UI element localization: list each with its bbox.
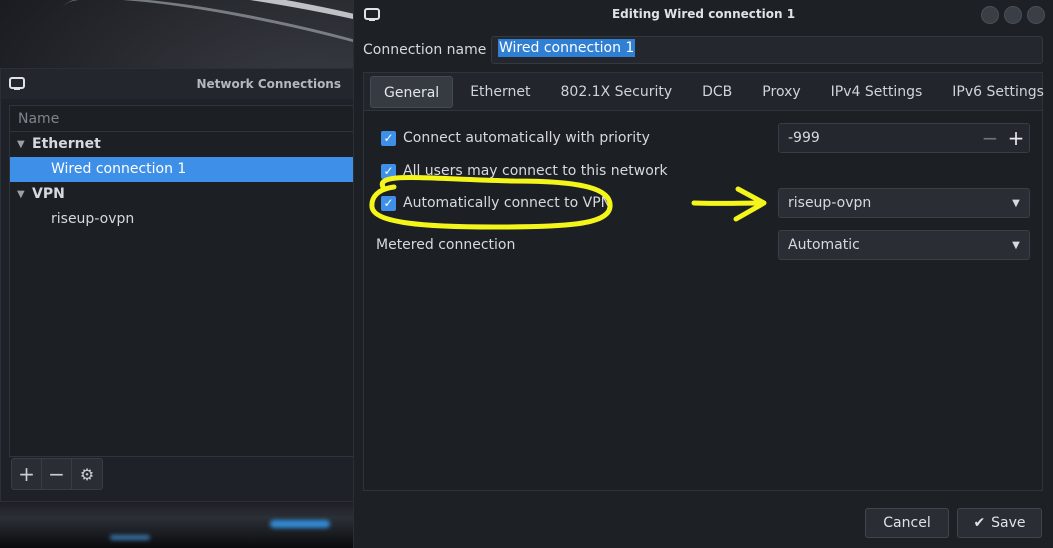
dropdown-arrow-icon: ▼ <box>1012 239 1020 251</box>
list-item-label: riseup-ovpn <box>51 211 135 227</box>
list-item-wired-connection-1[interactable]: Wired connection 1 <box>10 157 353 182</box>
minimize-button[interactable] <box>981 6 999 24</box>
connection-name-row: Connection name Wired connection 1 <box>363 36 1043 64</box>
name-column-header[interactable]: Name <box>10 106 353 132</box>
vpn-select[interactable]: riseup-ovpn ▼ <box>778 188 1030 218</box>
all-users-row: ✓ All users may connect to this network <box>381 163 668 179</box>
all-users-label: All users may connect to this network <box>403 163 668 179</box>
all-users-checkbox[interactable]: ✓ <box>381 163 396 179</box>
decrement-button[interactable]: − <box>977 126 1003 150</box>
auto-vpn-label: Automatically connect to VPN <box>403 195 612 211</box>
tab-general[interactable]: General <box>370 75 454 108</box>
priority-spinbutton[interactable]: -999 − + <box>778 123 1030 153</box>
nc-titlebar[interactable]: Network Connections <box>1 69 353 99</box>
list-item-riseup-ovpn[interactable]: riseup-ovpn <box>10 207 353 232</box>
gear-icon: ⚙ <box>79 464 95 484</box>
network-app-icon <box>9 77 25 90</box>
edit-connection-button[interactable]: ⚙ <box>72 459 102 489</box>
connections-toolbar: + − ⚙ <box>11 458 103 490</box>
connection-name-value: Wired connection 1 <box>498 39 636 57</box>
connection-name-input[interactable]: Wired connection 1 <box>491 36 1043 64</box>
plus-icon: + <box>18 462 35 486</box>
priority-value: -999 <box>788 130 820 146</box>
tab-ethernet[interactable]: Ethernet <box>457 76 543 108</box>
nc-window-title: Network Connections <box>196 77 342 91</box>
group-vpn[interactable]: ▼ VPN <box>10 182 353 207</box>
connections-list[interactable]: Name ▼ Ethernet Wired connection 1 ▼ VPN… <box>9 105 354 457</box>
metered-select[interactable]: Automatic ▼ <box>778 230 1030 260</box>
edit-window-title: Editing Wired connection 1 <box>611 7 796 21</box>
group-ethernet[interactable]: ▼ Ethernet <box>10 132 353 157</box>
tab-ipv4-settings[interactable]: IPv4 Settings <box>818 76 936 108</box>
network-connections-window: Network Connections Name ▼ Ethernet Wire… <box>0 68 354 502</box>
wallpaper-glow <box>270 520 330 528</box>
expand-caret-icon[interactable]: ▼ <box>17 132 25 157</box>
tab-dcb[interactable]: DCB <box>689 76 745 108</box>
auto-connect-checkbox[interactable]: ✓ <box>381 130 396 146</box>
edit-titlebar[interactable]: Editing Wired connection 1 <box>354 0 1053 30</box>
settings-tabs: General Ethernet 802.1X Security DCB Pro… <box>363 72 1044 110</box>
tab-8021x-security[interactable]: 802.1X Security <box>548 76 686 108</box>
maximize-button[interactable] <box>1004 6 1022 24</box>
annotation-arrow-head <box>733 186 767 222</box>
list-item-label: Wired connection 1 <box>51 161 187 177</box>
remove-connection-button[interactable]: − <box>42 459 72 489</box>
window-controls <box>981 6 1045 24</box>
metered-selected-value: Automatic <box>788 237 860 253</box>
save-label: Save <box>991 515 1026 531</box>
vpn-selected-value: riseup-ovpn <box>788 195 872 211</box>
increment-button[interactable]: + <box>1003 126 1029 150</box>
expand-caret-icon[interactable]: ▼ <box>17 182 25 207</box>
close-button[interactable] <box>1027 6 1045 24</box>
auto-connect-row: ✓ Connect automatically with priority <box>381 130 650 146</box>
wallpaper-glow <box>110 535 150 540</box>
group-label: Ethernet <box>32 136 101 152</box>
auto-vpn-row: ✓ Automatically connect to VPN <box>381 195 611 211</box>
auto-connect-label: Connect automatically with priority <box>403 130 650 146</box>
dropdown-arrow-icon: ▼ <box>1012 197 1020 209</box>
save-button[interactable]: ✔ Save <box>957 508 1042 538</box>
tab-proxy[interactable]: Proxy <box>749 76 813 108</box>
cancel-label: Cancel <box>883 515 931 531</box>
group-label: VPN <box>32 186 65 202</box>
editing-connection-window: Editing Wired connection 1 Connection na… <box>353 0 1053 548</box>
connection-name-label: Connection name <box>363 42 487 58</box>
add-connection-button[interactable]: + <box>12 459 42 489</box>
checkmark-icon: ✔ <box>973 515 986 531</box>
tab-ipv6-settings[interactable]: IPv6 Settings <box>939 76 1053 108</box>
minus-icon: − <box>48 462 65 486</box>
general-panel: ✓ Connect automatically with priority -9… <box>363 110 1043 491</box>
metered-label: Metered connection <box>376 237 516 253</box>
cancel-button[interactable]: Cancel <box>865 508 949 538</box>
auto-vpn-checkbox[interactable]: ✓ <box>381 195 396 211</box>
